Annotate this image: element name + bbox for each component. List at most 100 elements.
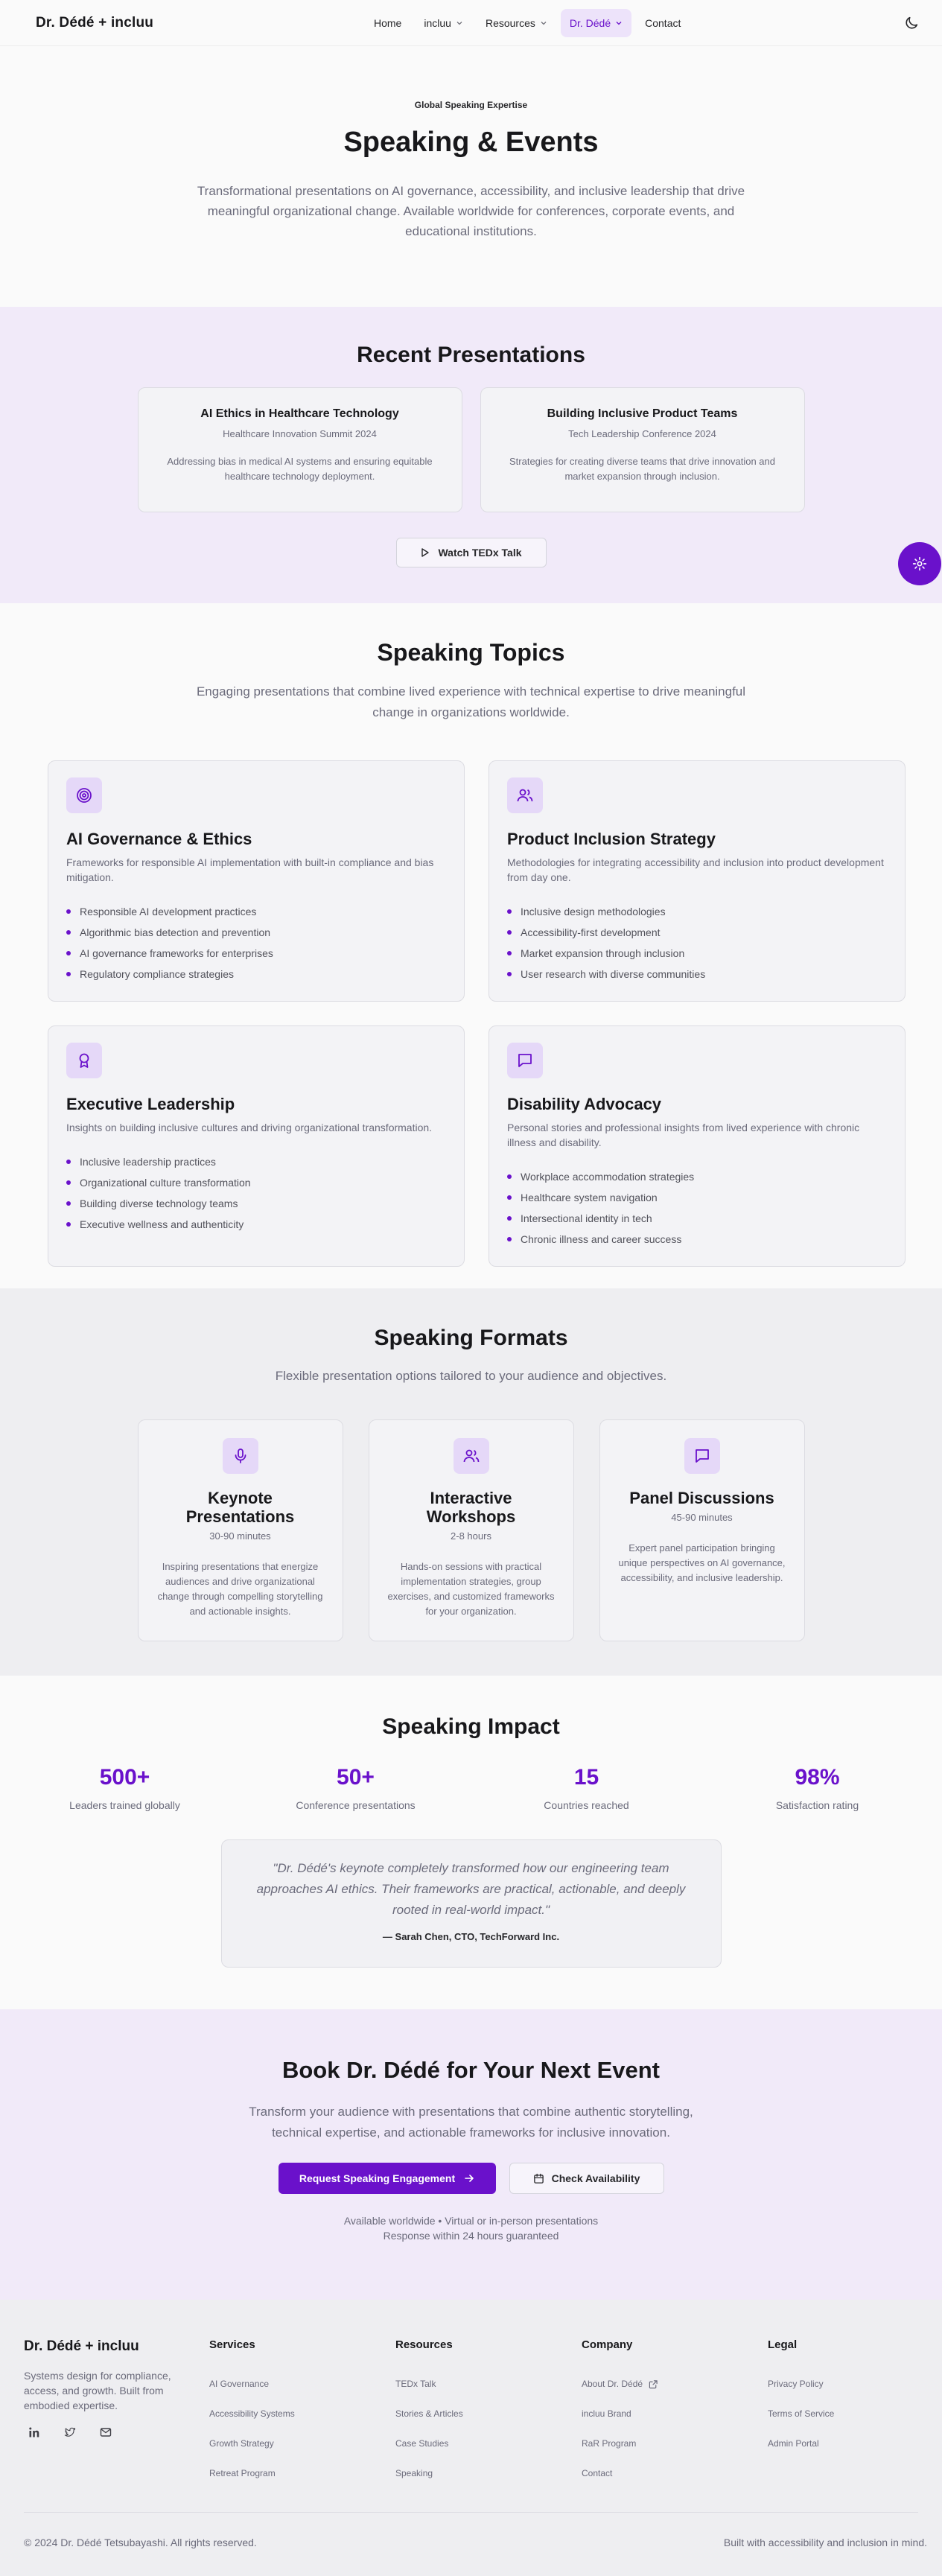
list-item: AI governance frameworks for enterprises (66, 943, 446, 964)
footer-link-label: About Dr. Dédé (582, 2379, 643, 2389)
topic-bullets: Inclusive design methodologies Accessibi… (507, 901, 887, 985)
footer-link[interactable]: Admin Portal (768, 2429, 917, 2458)
check-availability-label: Check Availability (551, 2172, 640, 2184)
nav-link-resources[interactable]: Resources (477, 9, 556, 37)
footer-link[interactable]: Speaking (395, 2458, 544, 2488)
topic-card: Executive Leadership Insights on buildin… (48, 1025, 465, 1267)
section-title: Book Dr. Dédé for Your Next Event (281, 2057, 661, 2083)
cta-buttons: Request Speaking Engagement Check Availa… (0, 2163, 942, 2194)
twitter-icon[interactable] (63, 2425, 77, 2440)
section-lead: Flexible presentation options tailored t… (275, 1369, 667, 1383)
chevron-down-icon (456, 22, 462, 25)
topic-title: AI Governance & Ethics (66, 830, 252, 848)
format-card: Keynote Presentations 30-90 minutes Insp… (137, 1419, 343, 1641)
request-speaking-button[interactable]: Request Speaking Engagement (278, 2163, 496, 2194)
topic-bullets: Workplace accommodation strategies Healt… (507, 1166, 887, 1250)
hero-eyebrow: Global Speaking Expertise (414, 100, 528, 110)
footer-column-title: Resources (395, 2338, 453, 2351)
watch-tedx-label: Watch TEDx Talk (438, 547, 522, 559)
presentation-card: AI Ethics in Healthcare Technology Healt… (137, 387, 462, 512)
mail-icon[interactable] (98, 2425, 113, 2440)
footer-link[interactable]: TEDx Talk (395, 2369, 544, 2399)
footer-link[interactable]: Growth Strategy (209, 2429, 358, 2458)
presentation-title: Building Inclusive Product Teams (547, 407, 738, 420)
impact-stats: 500+ Leaders trained globally 50+ Confer… (0, 1765, 942, 1811)
hero-section: Global Speaking Expertise Speaking & Eve… (0, 46, 942, 307)
format-cards: Keynote Presentations 30-90 minutes Insp… (0, 1419, 942, 1641)
external-link-icon (649, 2379, 658, 2388)
section-lead: Transform your audience with presentatio… (249, 2105, 693, 2140)
availability-text: Available worldwide • Virtual or in-pers… (343, 2215, 599, 2227)
topic-icon-box (507, 1043, 543, 1078)
calendar-icon (533, 2173, 544, 2184)
footer-link[interactable]: incluu Brand (582, 2399, 731, 2429)
footer-link[interactable]: Case Studies (395, 2429, 544, 2458)
presentation-description: Strategies for creating diverse teams th… (509, 456, 775, 482)
stat-label: Satisfaction rating (775, 1799, 859, 1811)
chevron-down-icon (541, 22, 547, 25)
list-item: Organizational culture transformation (66, 1172, 446, 1193)
chevron-down-icon (616, 22, 622, 25)
footer-link[interactable]: Terms of Service (768, 2399, 917, 2429)
response-text: Response within 24 hours guaranteed (383, 2230, 559, 2242)
testimonial-card: "Dr. Dédé's keynote completely transform… (220, 1839, 722, 1968)
speaking-impact-section: Speaking Impact 500+ Leaders trained glo… (0, 1676, 942, 2009)
check-availability-button[interactable]: Check Availability (509, 2163, 664, 2194)
nav-link-incluu[interactable]: incluu (415, 9, 472, 37)
theme-toggle-button[interactable] (903, 15, 920, 31)
footer-link[interactable]: Retreat Program (209, 2458, 358, 2488)
nav-link-dr-dede[interactable]: Dr. Dédé (560, 9, 632, 37)
stat-item: 98% Satisfaction rating (728, 1765, 907, 1811)
footer-link[interactable]: RaR Program (582, 2429, 731, 2458)
award-icon (79, 1053, 89, 1068)
footer-column-title: Services (209, 2338, 255, 2351)
format-icon-box (222, 1438, 258, 1474)
list-item: Accessibility-first development (507, 922, 887, 943)
top-nav: Dr. Dédé + incluu Home incluu Resources … (0, 0, 942, 46)
hero-description: Transformational presentations on AI gov… (197, 184, 745, 238)
nav-link-contact[interactable]: Contact (636, 9, 690, 37)
footer-link-about[interactable]: About Dr. Dédé (582, 2369, 731, 2399)
mic-icon (235, 1448, 246, 1463)
topic-title: Executive Leadership (66, 1095, 235, 1113)
nav-link-label: incluu (424, 17, 451, 29)
list-item: Chronic illness and career success (507, 1229, 887, 1250)
stat-label: Leaders trained globally (69, 1799, 180, 1811)
accessibility-settings-button[interactable] (898, 542, 941, 585)
footer-link[interactable]: Accessibility Systems (209, 2399, 358, 2429)
watch-tedx-button[interactable]: Watch TEDx Talk (395, 538, 547, 567)
footer-link[interactable]: Stories & Articles (395, 2399, 544, 2429)
stat-item: 500+ Leaders trained globally (36, 1765, 214, 1811)
arrow-right-icon (465, 2175, 474, 2182)
stat-value: 98% (795, 1765, 840, 1790)
format-card: Interactive Workshops 2-8 hours Hands-on… (368, 1419, 574, 1641)
footer-column-company: Company About Dr. Dédé incluu Brand RaR … (582, 2338, 731, 2488)
nav-link-home[interactable]: Home (365, 9, 410, 37)
target-icon (77, 788, 92, 803)
footer-brand[interactable]: Dr. Dédé + incluu (24, 2338, 139, 2355)
footer-column-legal: Legal Privacy Policy Terms of Service Ad… (768, 2338, 917, 2458)
topic-description: Methodologies for integrating accessibil… (507, 856, 884, 883)
recent-presentations-section: Recent Presentations AI Ethics in Health… (0, 307, 942, 603)
speaking-topics-section: Speaking Topics Engaging presentations t… (0, 603, 942, 1288)
footer-link[interactable]: Contact (582, 2458, 731, 2488)
footer-column-title: Company (582, 2338, 633, 2351)
format-description: Hands-on sessions with practical impleme… (387, 1561, 555, 1617)
nav-links: Home incluu Resources Dr. Dédé Contact (365, 9, 690, 37)
built-with-note: Built with accessibility and inclusion i… (723, 2537, 927, 2548)
stat-value: 50+ (337, 1765, 375, 1790)
format-title: Panel Discussions (629, 1489, 774, 1507)
presentation-description: Addressing bias in medical AI systems an… (167, 456, 433, 482)
format-icon-box (453, 1438, 489, 1474)
format-card: Panel Discussions 45-90 minutes Expert p… (599, 1419, 805, 1641)
users-icon (517, 789, 533, 802)
list-item: Executive wellness and authenticity (66, 1214, 446, 1235)
footer-link[interactable]: Privacy Policy (768, 2369, 917, 2399)
footer-link[interactable]: AI Governance (209, 2369, 358, 2399)
testimonial-attribution: — Sarah Chen, CTO, TechForward Inc. (382, 1931, 560, 1942)
presentation-cards: AI Ethics in Healthcare Technology Healt… (0, 387, 942, 512)
brand-logo[interactable]: Dr. Dédé + incluu (36, 15, 153, 31)
topic-bullets: Responsible AI development practices Alg… (66, 901, 446, 985)
list-item: Intersectional identity in tech (507, 1208, 887, 1229)
linkedin-icon[interactable] (27, 2425, 42, 2440)
